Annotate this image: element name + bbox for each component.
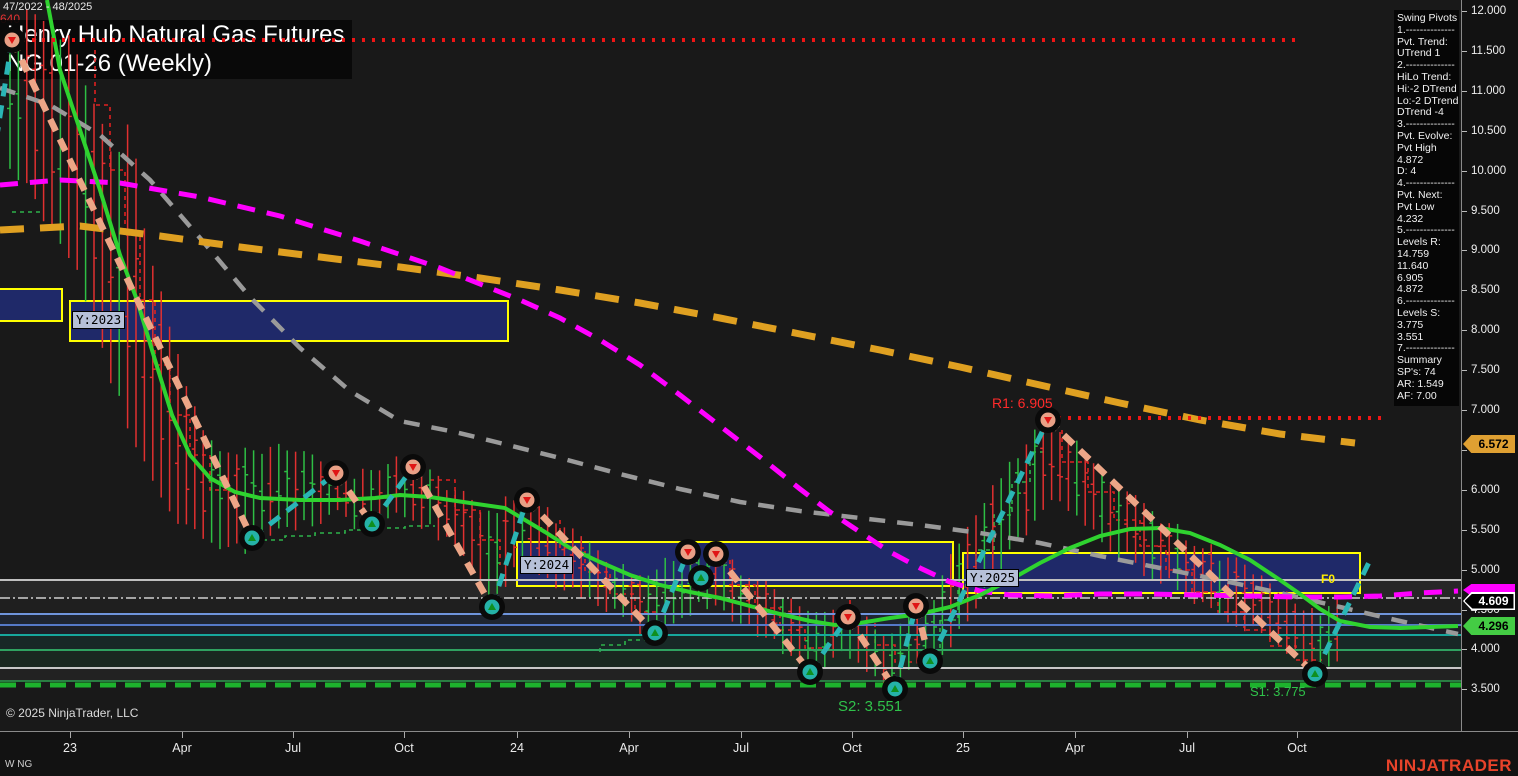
panel-line: 11.640 xyxy=(1397,259,1429,272)
panel-line: HiLo Trend: xyxy=(1397,70,1452,83)
price-tick-label: 10.500 xyxy=(1471,124,1507,137)
price-chart-canvas[interactable] xyxy=(0,0,1461,731)
time-tick xyxy=(1187,732,1188,738)
time-tick xyxy=(1075,732,1076,738)
time-tick xyxy=(629,732,630,738)
time-tick-label: Oct xyxy=(1287,741,1307,755)
year-range-box[interactable] xyxy=(0,288,63,322)
price-tick-label: 5.500 xyxy=(1471,523,1500,536)
series-interval-label: W NG xyxy=(5,759,33,770)
s2-level-label: S2: 3.551 xyxy=(838,698,903,715)
panel-line: Pvt High xyxy=(1397,141,1437,154)
fib-band xyxy=(0,614,1461,625)
swing-pivots-panel: Swing Pivots 1.-------------- Pvt. Trend: U… xyxy=(1394,10,1459,407)
price-tick xyxy=(1462,170,1467,172)
price-tick-label: 11.500 xyxy=(1471,44,1506,57)
s1-level-label: S1: 3.775 xyxy=(1250,684,1306,699)
fib-band xyxy=(0,668,1461,681)
price-tick xyxy=(1462,90,1467,92)
price-tick xyxy=(1462,410,1467,411)
panel-line: Pvt. Next: xyxy=(1397,188,1443,201)
copyright-text: © 2025 NinjaTrader, LLC xyxy=(6,706,139,720)
time-tick-label: Oct xyxy=(842,741,862,755)
price-tick xyxy=(1462,689,1467,691)
price-tick xyxy=(1462,330,1467,332)
panel-line: Pvt Low xyxy=(1397,200,1435,213)
price-tick-label: 4.000 xyxy=(1471,643,1500,656)
time-tick-label: Jul xyxy=(1179,741,1195,755)
price-tick-label: 11.000 xyxy=(1471,84,1506,97)
stop-step-line-red xyxy=(94,50,230,491)
time-tick-label: Oct xyxy=(394,741,414,755)
panel-line: Pvt. Evolve: xyxy=(1397,129,1453,142)
year-box-label-2025[interactable]: Y:2025 xyxy=(966,569,1020,587)
time-tick-label: 24 xyxy=(510,741,524,755)
price-tick xyxy=(1462,250,1467,252)
panel-line: 1.-------------- xyxy=(1397,23,1455,36)
price-tick-label: 8.500 xyxy=(1471,284,1500,297)
price-tick xyxy=(1462,11,1467,12)
price-tick xyxy=(1462,130,1467,132)
time-tick xyxy=(963,732,964,738)
green-ma-tag: 4.296 xyxy=(1463,617,1515,635)
price-tick xyxy=(1462,649,1467,651)
r1-level-label: R1: 6.905 xyxy=(992,395,1053,411)
price-tick xyxy=(1462,489,1467,491)
year-box-label-2024[interactable]: Y:2024 xyxy=(520,556,574,574)
fib-band xyxy=(0,625,1461,635)
price-tick-label: 9.000 xyxy=(1471,244,1500,257)
price-axis[interactable]: 12.000 11.500 11.000 10.500 10.000 9.500 9.000… xyxy=(1461,0,1518,731)
time-tick xyxy=(70,732,71,738)
price-tick xyxy=(1462,529,1467,531)
price-tick-label: 10.000 xyxy=(1471,164,1507,177)
panel-line: Levels S: xyxy=(1397,306,1441,319)
price-tick-label: 9.500 xyxy=(1471,204,1500,217)
time-axis[interactable]: 23 Apr Jul Oct 24 Apr Jul Oct 25 Apr Jul Oct xyxy=(0,731,1518,776)
fib-band xyxy=(0,650,1461,668)
last-price-tag: 4.609 xyxy=(1463,592,1515,610)
time-tick xyxy=(404,732,405,738)
price-tick xyxy=(1462,290,1467,292)
time-tick-label: Apr xyxy=(172,741,192,755)
time-tick-label: Apr xyxy=(1065,741,1085,755)
time-tick-label: Jul xyxy=(285,741,301,755)
time-tick-label: 25 xyxy=(956,741,970,755)
time-tick xyxy=(852,732,853,738)
time-tick xyxy=(741,732,742,738)
price-tick xyxy=(1462,50,1467,52)
panel-line: AF: 7.00 xyxy=(1397,389,1437,402)
time-tick xyxy=(517,732,518,738)
price-tick-label: 7.000 xyxy=(1471,404,1500,416)
panel-line: AR: 1.549 xyxy=(1397,377,1444,390)
panel-line: 3.775 xyxy=(1397,318,1424,331)
fib-band xyxy=(0,635,1461,650)
panel-line: 14.759 xyxy=(1397,247,1430,260)
price-tick xyxy=(1462,569,1467,571)
price-tick-label: 3.500 xyxy=(1471,683,1500,696)
time-tick xyxy=(182,732,183,738)
year-box-label-2023[interactable]: Y:2023 xyxy=(72,311,126,329)
price-tick-label: 12.000 xyxy=(1471,5,1507,17)
price-tick-label: 6.000 xyxy=(1471,483,1500,496)
gold-ma-tag: 6.572 xyxy=(1463,435,1515,453)
time-tick xyxy=(293,732,294,738)
chart-window: 47/2022 - 48/2025 640 Henry Hub Natural … xyxy=(0,0,1518,776)
panel-line: SP's: 74 xyxy=(1397,365,1436,378)
price-tick-label: 7.500 xyxy=(1471,364,1500,377)
zigzag-up-leg xyxy=(250,471,338,540)
ninjatrader-logo: NINJATRADER xyxy=(1385,756,1512,775)
stop-step-line-green xyxy=(254,525,435,548)
visible-range-label: 47/2022 - 48/2025 xyxy=(3,1,93,13)
f0-marker-label: F0 xyxy=(1321,572,1336,586)
time-tick-label: Apr xyxy=(619,741,639,755)
panel-line: Hi:-2 DTrend xyxy=(1397,82,1457,95)
time-tick-label: Jul xyxy=(733,741,749,755)
price-tick xyxy=(1462,210,1467,212)
price-tick-label: 5.000 xyxy=(1471,563,1500,576)
time-tick-label: 23 xyxy=(63,741,77,755)
price-tick xyxy=(1462,370,1467,372)
time-tick xyxy=(1297,732,1298,738)
price-tick-label: 8.000 xyxy=(1471,324,1500,337)
